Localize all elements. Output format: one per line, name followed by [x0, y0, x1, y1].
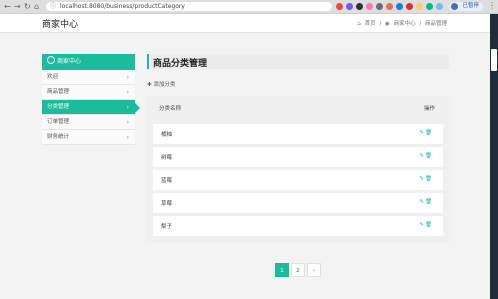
home-crumb-icon: ⌂	[357, 21, 361, 27]
extension-icon[interactable]	[386, 3, 393, 10]
table-row: 橘柚 ✎🗑	[153, 124, 443, 144]
column-header-ops: 操作	[423, 106, 435, 112]
page-button-1[interactable]: 1	[275, 263, 289, 277]
breadcrumb-item-center[interactable]: 商家中心	[394, 21, 416, 27]
delete-icon[interactable]: 🗑	[425, 153, 433, 159]
table-row: 梨子 ✎🗑	[153, 216, 443, 236]
extension-icon[interactable]	[426, 3, 433, 10]
breadcrumb-separator: /	[379, 21, 382, 27]
address-bar[interactable]: ⓘ localhost:8080/business/productCategor…	[46, 2, 332, 11]
app-header: 商家中心 ⌂ 首页 / ◉ 商家中心 / 商品管理	[0, 14, 498, 33]
breadcrumb-item-home[interactable]: 首页	[365, 21, 376, 27]
chevron-right-icon: ›	[126, 119, 129, 126]
profile-button[interactable]: 已暂停	[449, 2, 483, 11]
category-name: 橘柚	[161, 132, 173, 138]
browser-menu-icon[interactable]: ⋮	[488, 1, 496, 10]
sidebar: 商家中心 欢迎 › 商品管理 › 分类管理 › 订单管理 › 财务统计 ›	[42, 54, 140, 145]
sidebar-header: 商家中心	[42, 54, 135, 70]
info-icon: ⓘ	[50, 3, 57, 10]
extension-icon[interactable]	[366, 3, 373, 10]
extension-icon[interactable]	[336, 3, 343, 10]
user-icon	[47, 56, 55, 64]
sidebar-item-finance[interactable]: 财务统计 ›	[42, 130, 135, 145]
category-table: 分类名称 操作 橘柚 ✎🗑 树莓 ✎🗑 蓝莓 ✎🗑 草莓 ✎🗑 梨子 ✎🗑	[147, 96, 449, 242]
page-title: 商品分类管理	[153, 59, 208, 69]
page-button-2[interactable]: 2	[291, 263, 305, 277]
add-category-button[interactable]: ✚ 添加分类	[147, 80, 175, 88]
sidebar-item-label: 欢迎	[47, 74, 59, 80]
extension-icon[interactable]	[406, 3, 413, 10]
add-category-label: 添加分类	[153, 82, 176, 88]
address-text: localhost:8080/business/productCategory	[60, 3, 185, 10]
sidebar-item-label: 商品管理	[47, 89, 70, 95]
category-name: 树莓	[161, 155, 173, 161]
forward-icon[interactable]: →	[14, 1, 21, 12]
delete-icon[interactable]: 🗑	[425, 199, 433, 205]
home-icon[interactable]: ⌂	[34, 1, 39, 12]
category-name: 梨子	[161, 224, 173, 230]
sidebar-item-label: 分类管理	[47, 104, 70, 110]
delete-icon[interactable]: 🗑	[425, 130, 433, 136]
next-page-button[interactable]: ›	[307, 263, 321, 277]
reload-icon[interactable]: ↻	[24, 1, 31, 12]
breadcrumb: ⌂ 首页 / ◉ 商家中心 / 商品管理	[356, 19, 448, 27]
sidebar-item-welcome[interactable]: 欢迎 ›	[42, 70, 135, 85]
sidebar-item-orders[interactable]: 订单管理 ›	[42, 115, 135, 130]
chevron-right-icon: ›	[126, 134, 129, 141]
back-icon[interactable]: ←	[4, 1, 11, 12]
page-title-bar: 商品分类管理	[147, 54, 449, 69]
sidebar-item-label: 财务统计	[47, 134, 70, 140]
extension-icon[interactable]	[436, 3, 443, 10]
extension-icon[interactable]	[356, 3, 363, 10]
extension-icon[interactable]	[416, 3, 423, 10]
table-row: 树莓 ✎🗑	[153, 147, 443, 167]
browser-toolbar: ← → ↻ ⌂ ⓘ localhost:8080/business/produc…	[0, 0, 498, 14]
table-row: 草莓 ✎🗑	[153, 193, 443, 213]
avatar	[451, 3, 458, 10]
extension-icon[interactable]	[376, 3, 383, 10]
delete-icon[interactable]: 🗑	[425, 176, 433, 182]
profile-label: 已暂停	[462, 3, 479, 9]
extension-icon[interactable]	[346, 3, 353, 10]
breadcrumb-item-current: 商品管理	[424, 21, 447, 27]
scrollbar-thumb[interactable]	[491, 49, 497, 71]
extension-icon[interactable]	[396, 3, 403, 10]
breadcrumb-separator: /	[419, 21, 422, 27]
sidebar-item-label: 订单管理	[47, 119, 70, 125]
sidebar-title: 商家中心	[57, 58, 82, 65]
sidebar-item-categories[interactable]: 分类管理 ›	[42, 100, 140, 115]
shop-crumb-icon: ◉	[385, 21, 390, 27]
plus-icon: ✚	[147, 82, 152, 88]
category-name: 蓝莓	[161, 178, 173, 184]
chevron-right-icon: ›	[126, 74, 129, 81]
table-row: 蓝莓 ✎🗑	[153, 170, 443, 190]
chevron-right-icon: ›	[126, 89, 129, 96]
app-title: 商家中心	[42, 20, 79, 30]
category-name: 草莓	[161, 201, 173, 207]
delete-icon[interactable]: 🗑	[425, 222, 433, 228]
chevron-right-icon: ›	[126, 104, 129, 111]
sidebar-item-products[interactable]: 商品管理 ›	[42, 85, 135, 100]
column-header-name: 分类名称	[159, 106, 182, 112]
